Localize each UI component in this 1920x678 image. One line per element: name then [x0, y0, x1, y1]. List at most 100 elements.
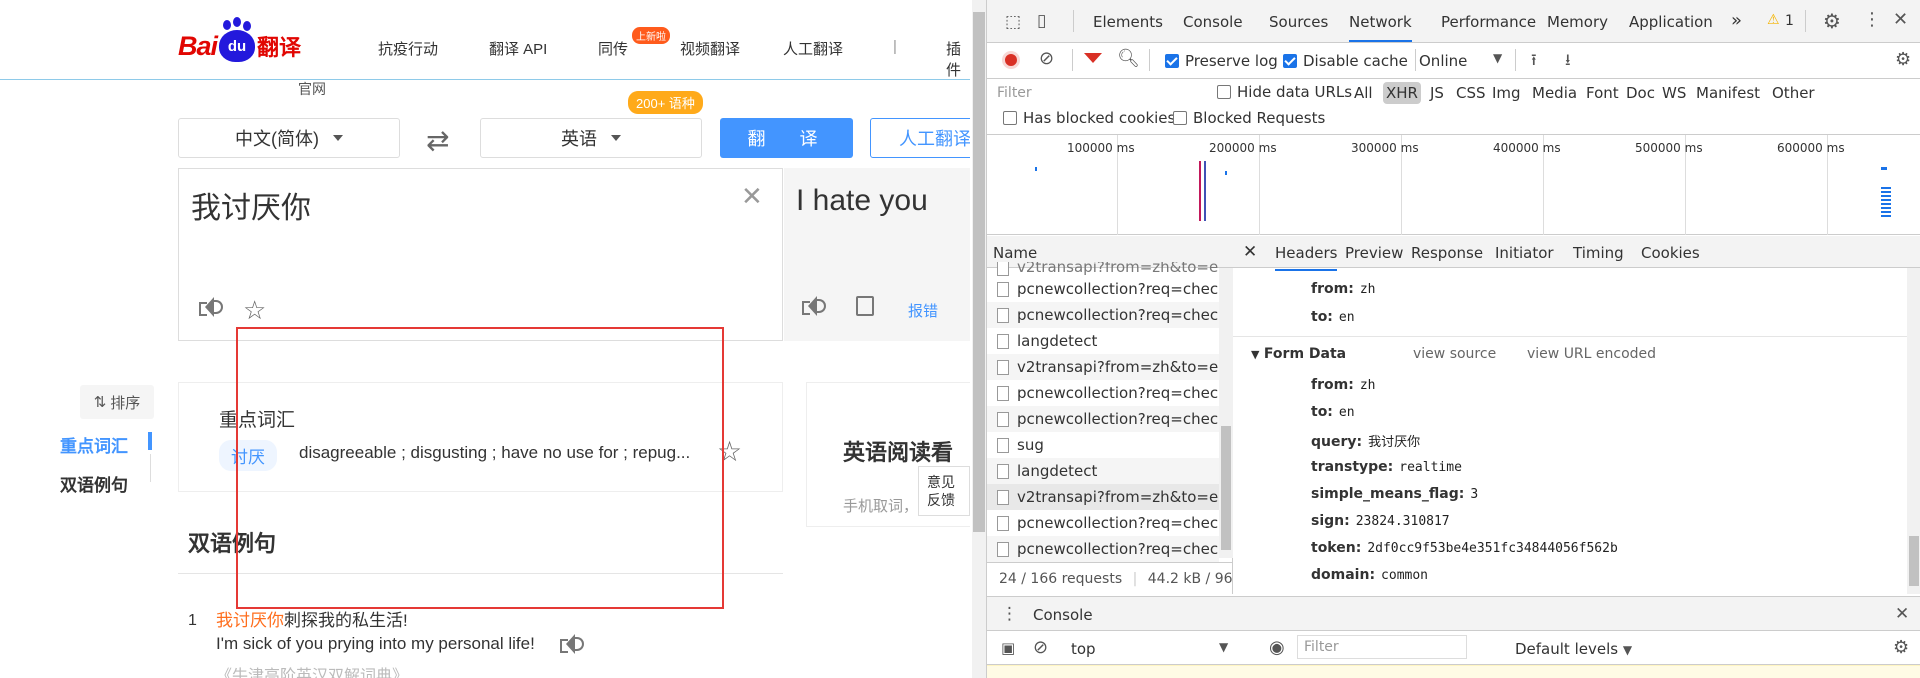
- type-js[interactable]: JS: [1427, 82, 1447, 104]
- request-row[interactable]: pcnewcollection?req=check&fanyi_src: [987, 536, 1219, 562]
- request-row[interactable]: pcnewcollection?req=check&fanyi_src: [987, 276, 1219, 302]
- more-options-icon[interactable]: ⋮: [1863, 9, 1881, 30]
- clear-icon[interactable]: ✕: [741, 181, 763, 212]
- disable-cache-label[interactable]: Disable cache: [1303, 52, 1408, 70]
- source-text-area[interactable]: 我讨厌你 ✕ ☆: [178, 168, 783, 341]
- nav-human-translate[interactable]: 人工翻译: [783, 38, 843, 59]
- request-row[interactable]: pcnewcollection?req=check&fanyi_src: [987, 406, 1219, 432]
- console-filter-input[interactable]: Filter: [1297, 635, 1467, 659]
- record-icon[interactable]: [1002, 51, 1020, 69]
- view-url-encoded-link[interactable]: view URL encoded: [1527, 346, 1656, 362]
- more-tabs-icon[interactable]: »: [1731, 10, 1742, 31]
- settings-gear-icon[interactable]: ⚙: [1895, 49, 1911, 70]
- type-media[interactable]: Media: [1529, 82, 1580, 104]
- settings-gear-icon[interactable]: ⚙: [1893, 637, 1909, 658]
- request-row[interactable]: langdetect: [987, 328, 1219, 354]
- disable-cache-checkbox[interactable]: [1283, 54, 1297, 68]
- feedback-button[interactable]: 意见 反馈: [918, 466, 970, 516]
- request-row[interactable]: pcnewcollection?req=check&fanyi_src: [987, 302, 1219, 328]
- type-other[interactable]: Other: [1769, 82, 1818, 104]
- sort-button[interactable]: ⇅ 排序: [80, 385, 154, 419]
- hide-data-urls-checkbox[interactable]: [1217, 85, 1231, 99]
- close-icon[interactable]: ✕: [1243, 242, 1257, 262]
- tab-timing[interactable]: Timing: [1573, 244, 1624, 262]
- star-icon[interactable]: ☆: [243, 295, 266, 326]
- filter-input[interactable]: Filter: [993, 83, 1193, 105]
- request-list-scrollbar-thumb[interactable]: [1221, 426, 1231, 550]
- nav-kangyi[interactable]: 抗疫行动: [378, 38, 438, 59]
- preserve-log-label[interactable]: Preserve log: [1185, 52, 1278, 70]
- tab-console-drawer[interactable]: Console: [1033, 606, 1093, 624]
- translate-button[interactable]: 翻 译: [720, 118, 853, 158]
- nav-api[interactable]: 翻译 API: [489, 38, 547, 59]
- tab-network[interactable]: Network: [1349, 13, 1412, 42]
- context-select[interactable]: top ▼: [1071, 640, 1241, 658]
- clear-console-icon[interactable]: ⊘: [1033, 637, 1048, 658]
- request-row[interactable]: pcnewcollection?req=check&fanyi_src: [987, 510, 1219, 536]
- type-img[interactable]: Img: [1489, 82, 1524, 104]
- baidu-fanyi-logo[interactable]: Bai du 翻译: [178, 20, 301, 66]
- tab-elements[interactable]: Elements: [1093, 13, 1163, 31]
- speaker-icon[interactable]: [802, 296, 826, 316]
- close-icon[interactable]: ✕: [1893, 9, 1908, 30]
- close-icon[interactable]: ✕: [1895, 604, 1909, 624]
- blocked-requests-label[interactable]: Blocked Requests: [1193, 109, 1325, 127]
- search-icon[interactable]: 🔍︎: [1117, 48, 1140, 69]
- target-language-select[interactable]: 英语: [480, 118, 702, 158]
- sidebar-item-keywords[interactable]: 重点词汇: [60, 432, 128, 457]
- filter-funnel-icon[interactable]: [1084, 53, 1102, 63]
- tab-response[interactable]: Response: [1411, 244, 1483, 262]
- eye-icon[interactable]: ◉: [1269, 637, 1285, 658]
- network-timeline-overview[interactable]: 100000 ms 200000 ms 300000 ms 400000 ms …: [987, 135, 1920, 235]
- tab-cookies[interactable]: Cookies: [1641, 244, 1700, 262]
- has-blocked-cookies-checkbox[interactable]: [1003, 111, 1017, 125]
- type-css[interactable]: CSS: [1453, 82, 1489, 104]
- log-levels-select[interactable]: Default levels ▼: [1515, 640, 1632, 658]
- chevron-down-icon[interactable]: ▼: [1493, 51, 1502, 65]
- view-source-link[interactable]: view source: [1413, 346, 1496, 362]
- request-row[interactable]: langdetect: [987, 458, 1219, 484]
- inspect-element-icon[interactable]: ⬚: [1005, 12, 1021, 32]
- nav-video-translate[interactable]: 视频翻译: [680, 38, 740, 59]
- nav-tongchuan[interactable]: 同传: [598, 38, 628, 59]
- type-all[interactable]: All: [1351, 82, 1376, 104]
- tab-application[interactable]: Application: [1629, 13, 1713, 31]
- request-row[interactable]: v2transapi?from=zh&to=en: [987, 354, 1219, 380]
- type-xhr[interactable]: XHR: [1383, 82, 1421, 104]
- request-row[interactable]: pcnewcollection?req=check&fanyi_src: [987, 380, 1219, 406]
- download-icon[interactable]: ⭳: [1565, 49, 1571, 76]
- hide-data-urls-label[interactable]: Hide data URLs: [1237, 83, 1352, 101]
- device-toolbar-icon[interactable]: ▯: [1037, 11, 1046, 31]
- tab-console[interactable]: Console: [1183, 13, 1243, 31]
- source-text[interactable]: 我讨厌你: [191, 183, 311, 227]
- request-row[interactable]: v2transapi?from=zh&to=en: [987, 262, 1219, 276]
- has-blocked-cookies-label[interactable]: Has blocked cookies: [1023, 109, 1175, 127]
- human-translate-button[interactable]: 人工翻译: [870, 118, 970, 158]
- detail-scrollbar-thumb[interactable]: [1909, 536, 1919, 586]
- tab-performance[interactable]: Performance: [1441, 13, 1536, 31]
- type-font[interactable]: Font: [1583, 82, 1622, 104]
- speaker-icon[interactable]: [560, 634, 584, 654]
- copy-icon[interactable]: [856, 296, 874, 316]
- warning-count[interactable]: 1: [1785, 13, 1794, 29]
- warning-icon[interactable]: ⚠: [1767, 12, 1780, 28]
- type-ws[interactable]: WS: [1659, 82, 1689, 104]
- sidebar-toggle-icon[interactable]: ▣: [1001, 639, 1015, 657]
- swap-languages-icon[interactable]: ⇄: [426, 124, 449, 157]
- speaker-icon[interactable]: [199, 297, 223, 317]
- report-error-link[interactable]: 报错: [908, 300, 938, 321]
- throttle-select[interactable]: Online: [1419, 52, 1467, 70]
- type-manifest[interactable]: Manifest: [1693, 82, 1763, 104]
- tab-initiator[interactable]: Initiator: [1495, 244, 1554, 262]
- nav-plugin[interactable]: 插件: [946, 38, 970, 80]
- sidebar-item-examples[interactable]: 双语例句: [60, 471, 128, 496]
- request-row[interactable]: sug: [987, 432, 1219, 458]
- settings-gear-icon[interactable]: ⚙: [1823, 9, 1841, 33]
- drawer-menu-icon[interactable]: ⋮: [1001, 604, 1018, 624]
- type-doc[interactable]: Doc: [1623, 82, 1658, 104]
- clear-log-icon[interactable]: ⊘: [1039, 48, 1054, 69]
- tab-preview[interactable]: Preview: [1345, 244, 1403, 262]
- request-row-selected[interactable]: v2transapi?from=zh&to=en: [987, 484, 1219, 510]
- preserve-log-checkbox[interactable]: [1165, 54, 1179, 68]
- blocked-requests-checkbox[interactable]: [1173, 111, 1187, 125]
